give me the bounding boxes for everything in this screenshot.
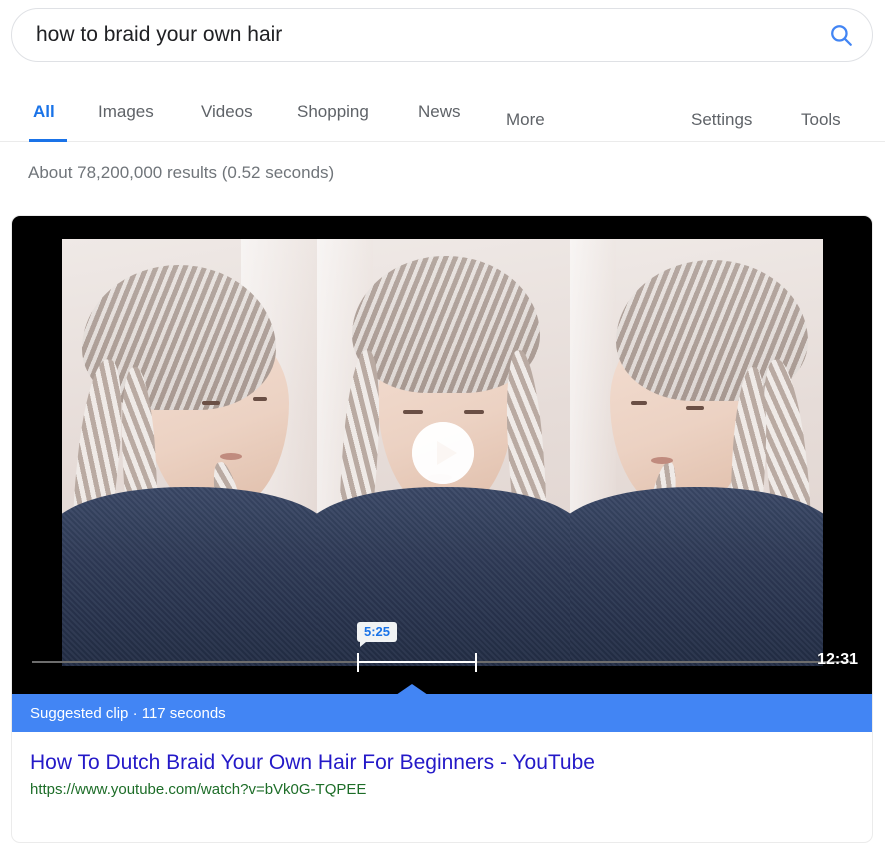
- search-input[interactable]: [36, 20, 810, 50]
- tab-all[interactable]: All: [33, 102, 55, 122]
- search-bar[interactable]: [11, 8, 873, 62]
- thumbnail-panel-left: [62, 239, 317, 666]
- search-icon: [828, 22, 854, 48]
- clip-time-tooltip: 5:25: [357, 622, 398, 647]
- results-count: About 78,200,000 results (0.52 seconds): [28, 163, 335, 182]
- result-text-block: How To Dutch Braid Your Own Hair For Beg…: [12, 732, 872, 800]
- clip-start-handle[interactable]: [357, 653, 359, 672]
- tab-news[interactable]: News: [418, 102, 461, 122]
- suggested-clip-banner[interactable]: Suggested clip · 117 seconds: [12, 684, 872, 732]
- search-tabs: All Images Videos Shopping News More Set…: [0, 92, 885, 142]
- video-duration: 12:31: [817, 651, 858, 668]
- result-title-link[interactable]: How To Dutch Braid Your Own Hair For Beg…: [30, 750, 595, 776]
- banner-notch: [396, 684, 428, 695]
- video-result-card: 5:25 12:31 Suggested clip · 117 seconds …: [11, 215, 873, 843]
- search-button[interactable]: [810, 9, 872, 61]
- play-icon[interactable]: [411, 421, 474, 484]
- tab-more[interactable]: More: [506, 110, 545, 130]
- thumbnail-panel-right: [570, 239, 823, 666]
- settings-button[interactable]: Settings: [691, 110, 752, 130]
- tab-videos[interactable]: Videos: [201, 102, 253, 122]
- video-thumbnail: [62, 239, 823, 666]
- tab-shopping[interactable]: Shopping: [297, 102, 369, 122]
- tools-button[interactable]: Tools: [801, 110, 841, 130]
- video-player[interactable]: 5:25 12:31: [12, 216, 872, 694]
- result-url[interactable]: https://www.youtube.com/watch?v=bVk0G-TQ…: [30, 780, 872, 800]
- tab-images[interactable]: Images: [98, 102, 154, 122]
- active-tab-underline: [29, 139, 67, 142]
- suggested-clip-label: Suggested clip · 117 seconds: [30, 704, 226, 722]
- video-progress-bar[interactable]: 5:25 12:31: [12, 622, 872, 694]
- clip-end-handle[interactable]: [475, 653, 477, 672]
- clip-range[interactable]: [357, 661, 475, 663]
